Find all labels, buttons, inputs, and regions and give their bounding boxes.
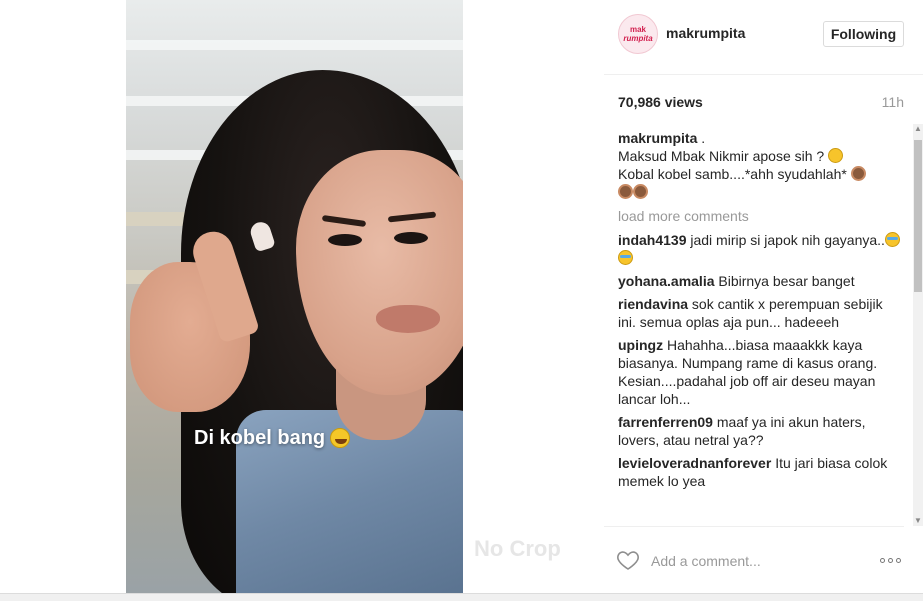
window-bottom-edge [0,593,923,601]
scrollbar-thumb[interactable] [914,140,922,292]
comment-item: upingz Hahahha...biasa maaakkk kaya bias… [618,336,904,408]
comments-list[interactable]: makrumpita . Maksud Mbak Nikmir apose si… [618,129,904,526]
post-media[interactable]: Di kobel bang [126,0,463,593]
video-caption-text: Di kobel bang [194,427,326,449]
caption-text-1: . [701,130,706,146]
dot [880,558,885,563]
comment-username[interactable]: indah4139 [618,232,686,248]
comment-item: riendavina sok cantik x perempuan sebiji… [618,295,904,331]
see-no-evil-monkey-icon [633,184,648,199]
subject-lips [376,305,440,333]
comment-username[interactable]: yohana.amalia [618,273,715,289]
rolling-eyes-emoji-icon [828,148,844,163]
post-caption: makrumpita . Maksud Mbak Nikmir apose si… [618,129,904,201]
comment-text: Bibirnya besar banget [718,273,855,289]
comments-scrollbar[interactable]: ▲ ▼ [913,124,923,526]
watermark-text: No Crop [474,536,561,561]
comment-username[interactable]: upingz [618,337,663,353]
caption-text-3: Kobal kobel samb....*ahh syudahlah* [618,166,847,182]
load-more-comments-link[interactable]: load more comments [618,207,904,225]
scroll-up-arrow-icon[interactable]: ▲ [914,125,922,133]
scroll-down-arrow-icon[interactable]: ▼ [914,517,922,525]
ceiling-light [126,40,463,50]
more-options-icon[interactable] [880,558,901,563]
add-comment-input[interactable] [651,550,861,572]
comment-bar [604,540,904,580]
dot [896,558,901,563]
heart-icon[interactable] [616,548,640,572]
views-count: 70,986 views [618,94,703,110]
comment-item: farrenferren09 maaf ya ini akun haters, … [618,413,904,449]
see-no-evil-monkey-icon [850,166,866,181]
post-stats: 70,986 views 11h [618,94,904,112]
caption-text-2: Maksud Mbak Nikmir apose sih ? [618,148,825,164]
avatar-logo-text: mak [629,25,646,34]
dot [888,558,893,563]
caption-username[interactable]: makrumpita [618,130,697,146]
author-username[interactable]: makrumpita [666,25,745,41]
comment-text: jadi mirip si japok nih gayanya.. [690,232,885,248]
see-no-evil-monkey-icon [618,184,633,199]
comment-username[interactable]: levieloveradnanforever [618,455,771,471]
store-shelf [126,212,186,226]
following-button[interactable]: Following [823,21,904,47]
tears-of-joy-emoji-icon [330,428,351,448]
tears-of-joy-emoji-icon [618,250,633,265]
avatar-logo-text: rumpita [623,34,653,43]
video-caption: Di kobel bang [194,422,351,454]
subject-eye [394,232,428,244]
divider [604,526,904,527]
post-time[interactable]: 11h [882,94,904,110]
tears-of-joy-emoji-icon [884,232,900,247]
post-details-panel: mak rumpita makrumpita Following 70,986 … [604,0,923,601]
comment-username[interactable]: riendavina [618,296,688,312]
comment-item: levieloveradnanforever Itu jari biasa co… [618,454,904,490]
comment-item: indah4139 jadi mirip si japok nih gayany… [618,231,904,267]
comment-item: yohana.amalia Bibirnya besar banget [618,272,904,290]
comment-username[interactable]: farrenferren09 [618,414,713,430]
post-header: mak rumpita makrumpita Following [604,0,923,75]
subject-eye [328,234,362,246]
avatar[interactable]: mak rumpita [618,14,658,54]
